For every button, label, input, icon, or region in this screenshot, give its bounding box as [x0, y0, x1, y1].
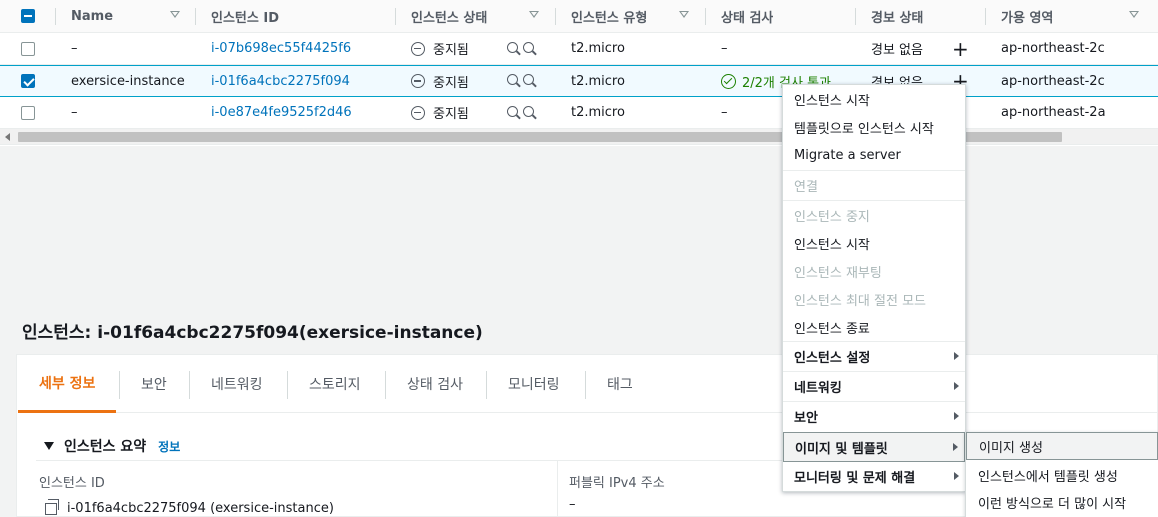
menu-launch-from-template[interactable]: 템플릿으로 인스턴스 시작 — [783, 113, 965, 141]
table-header: Name 인스턴스 ID 인스턴스 상태 인스턴스 유형 상태 검사 경보 상태… — [0, 0, 1158, 33]
col-status-check[interactable]: 상태 검사 — [721, 0, 773, 32]
instance-name: exersice-instance — [71, 73, 185, 89]
menu-connect: 연결 — [794, 179, 818, 195]
instance-state: 중지됨 — [411, 33, 469, 64]
zoom-out-icon[interactable] — [523, 41, 537, 56]
chevron-right-icon — [954, 352, 959, 360]
menu-reboot-instance: 인스턴스 재부팅 — [794, 265, 882, 281]
col-availability-zone[interactable]: 가용 영역 — [1001, 0, 1053, 32]
stop-circle-icon — [411, 74, 425, 88]
menu-terminate-instance[interactable]: 인스턴스 종료 — [783, 313, 965, 341]
instance-type: t2.micro — [571, 105, 625, 120]
sort-icon[interactable] — [170, 11, 180, 18]
alarm-status: 경보 없음 — [871, 43, 923, 58]
tab-storage[interactable]: 스토리지 — [309, 355, 361, 413]
tab-tags[interactable]: 태그 — [607, 355, 633, 413]
zoom-out-icon[interactable] — [523, 105, 537, 120]
stop-circle-icon — [411, 105, 425, 120]
stop-circle-icon — [411, 41, 425, 56]
instance-id-value: i-01f6a4cbc2275f094 (exersice-instance) — [45, 498, 334, 516]
availability-zone: ap-northeast-2a — [1001, 105, 1106, 120]
instance-name: – — [71, 41, 78, 56]
instance-id-link[interactable]: i-07b698ec55f4425f6 — [211, 33, 351, 64]
public-ip-label: 퍼블릭 IPv4 주소 — [569, 476, 665, 491]
plus-icon[interactable]: + — [952, 33, 969, 64]
instance-state: 중지됨 — [411, 97, 469, 128]
caret-down-icon[interactable] — [44, 442, 54, 450]
images-templates-submenu: 이미지 생성 인스턴스에서 템플릿 생성 이런 방식으로 더 많이 시작 — [965, 432, 1158, 517]
col-instance-type[interactable]: 인스턴스 유형 — [571, 0, 647, 32]
col-name[interactable]: Name — [71, 0, 113, 32]
tab-details[interactable]: 세부 정보 — [18, 355, 117, 413]
zoom-controls[interactable] — [507, 66, 537, 96]
col-instance-id[interactable]: 인스턴스 ID — [211, 0, 279, 32]
instance-id-link[interactable]: i-01f6a4cbc2275f094 — [211, 66, 350, 96]
select-all-checkbox[interactable] — [21, 0, 35, 32]
public-ip-value: – — [569, 497, 576, 512]
availability-zone: ap-northeast-2c — [1001, 73, 1105, 89]
instance-type: t2.micro — [571, 73, 625, 89]
table-row[interactable]: exersice-instance i-01f6a4cbc2275f094 중지… — [0, 65, 1158, 97]
col-instance-state[interactable]: 인스턴스 상태 — [411, 0, 487, 32]
tab-security[interactable]: 보안 — [141, 355, 167, 413]
menu-networking[interactable]: 네트워킹 — [783, 372, 965, 401]
instance-actions-menu: 인스턴스 시작 템플릿으로 인스턴스 시작 Migrate a server 연… — [782, 84, 966, 492]
chevron-right-icon — [954, 412, 959, 420]
info-link[interactable]: 정보 — [158, 438, 180, 455]
instance-summary-header[interactable]: 인스턴스 요약 정보 — [44, 436, 180, 456]
check-circle-icon — [721, 73, 736, 89]
detail-title: 인스턴스: i-01f6a4cbc2275f094(exersice-insta… — [22, 323, 483, 343]
instance-state: 중지됨 — [411, 66, 469, 96]
tab-status-checks[interactable]: 상태 검사 — [407, 355, 463, 413]
zoom-in-icon[interactable] — [507, 105, 521, 120]
zoom-in-icon[interactable] — [507, 74, 521, 88]
row-checkbox[interactable] — [21, 97, 35, 128]
submenu-create-template[interactable]: 인스턴스에서 템플릿 생성 — [966, 461, 1158, 489]
scroll-left-icon[interactable] — [5, 133, 10, 141]
menu-images-templates[interactable]: 이미지 및 템플릿 — [783, 432, 965, 462]
table-row[interactable]: – i-07b698ec55f4425f6 중지됨 t2.micro – 경보 … — [0, 33, 1158, 65]
submenu-launch-more-like-this[interactable]: 이런 방식으로 더 많이 시작 — [966, 488, 1158, 516]
menu-start-instance-2[interactable]: 인스턴스 시작 — [783, 229, 965, 257]
row-checkbox[interactable] — [21, 33, 35, 64]
menu-start-instance[interactable]: 인스턴스 시작 — [783, 85, 965, 113]
col-alarm-status[interactable]: 경보 상태 — [871, 0, 923, 32]
sort-icon[interactable] — [679, 11, 689, 18]
sort-icon[interactable] — [529, 11, 539, 18]
row-checkbox[interactable] — [21, 66, 35, 96]
horizontal-scrollbar[interactable] — [0, 129, 1158, 145]
menu-security[interactable]: 보안 — [783, 402, 965, 431]
menu-migrate-server[interactable]: Migrate a server — [783, 141, 965, 169]
instance-id-label: 인스턴스 ID — [39, 476, 105, 491]
copy-icon[interactable] — [45, 498, 59, 515]
split-panel-gap — [0, 146, 1158, 298]
detail-tabs: 세부 정보 보안 네트워킹 스토리지 상태 검사 모니터링 태그 — [18, 355, 1158, 413]
zoom-controls[interactable] — [507, 33, 537, 64]
instance-id-link[interactable]: i-0e87e4fe9525f2d46 — [211, 97, 352, 128]
table-row[interactable]: – i-0e87e4fe9525f2d46 중지됨 t2.micro – ap-… — [0, 97, 1158, 129]
instance-type: t2.micro — [571, 41, 625, 56]
zoom-controls[interactable] — [507, 97, 537, 128]
status-check: – — [721, 41, 728, 56]
availability-zone: ap-northeast-2c — [1001, 41, 1105, 56]
chevron-right-icon — [954, 382, 959, 390]
menu-instance-settings[interactable]: 인스턴스 설정 — [783, 342, 965, 371]
menu-stop-instance: 인스턴스 중지 — [794, 209, 870, 225]
sort-icon[interactable] — [1129, 11, 1139, 18]
chevron-right-icon — [954, 472, 959, 480]
menu-hibernate-instance: 인스턴스 최대 절전 모드 — [794, 293, 926, 309]
status-check: – — [721, 105, 728, 120]
submenu-create-image[interactable]: 이미지 생성 — [966, 432, 1158, 460]
zoom-in-icon[interactable] — [507, 41, 521, 56]
tab-monitoring[interactable]: 모니터링 — [508, 355, 560, 413]
zoom-out-icon[interactable] — [523, 74, 537, 88]
tab-networking[interactable]: 네트워킹 — [211, 355, 263, 413]
chevron-right-icon — [953, 443, 958, 451]
menu-monitor-troubleshoot[interactable]: 모니터링 및 문제 해결 — [783, 462, 965, 491]
instance-name: – — [71, 105, 78, 120]
